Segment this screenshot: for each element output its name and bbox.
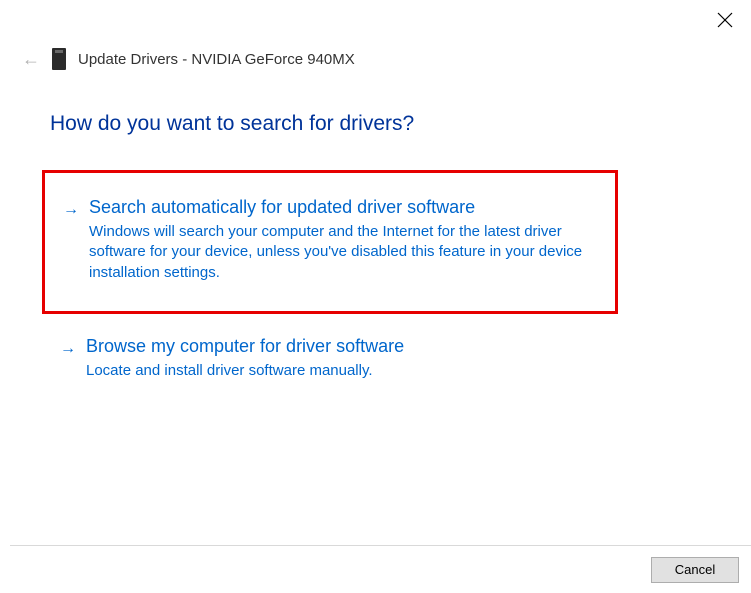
option-browse-computer[interactable]: → Browse my computer for driver software… <box>42 318 618 399</box>
window-title: Update Drivers - NVIDIA GeForce 940MX <box>78 51 355 68</box>
cancel-button[interactable]: Cancel <box>651 557 739 583</box>
option-description: Locate and install driver software manua… <box>86 361 598 381</box>
option-title: Browse my computer for driver software <box>86 336 598 357</box>
bottom-bar: Cancel <box>10 545 751 593</box>
option-title: Search automatically for updated driver … <box>89 197 595 218</box>
window-header: ← Update Drivers - NVIDIA GeForce 940MX <box>22 48 355 70</box>
arrow-right-icon: → <box>63 198 79 222</box>
arrow-right-icon: → <box>60 337 76 361</box>
device-icon <box>52 48 66 70</box>
close-icon[interactable] <box>717 12 733 28</box>
option-search-automatically[interactable]: → Search automatically for updated drive… <box>42 170 618 314</box>
back-arrow-icon: ← <box>22 50 40 68</box>
page-heading: How do you want to search for drivers? <box>50 112 414 136</box>
option-description: Windows will search your computer and th… <box>89 222 595 283</box>
